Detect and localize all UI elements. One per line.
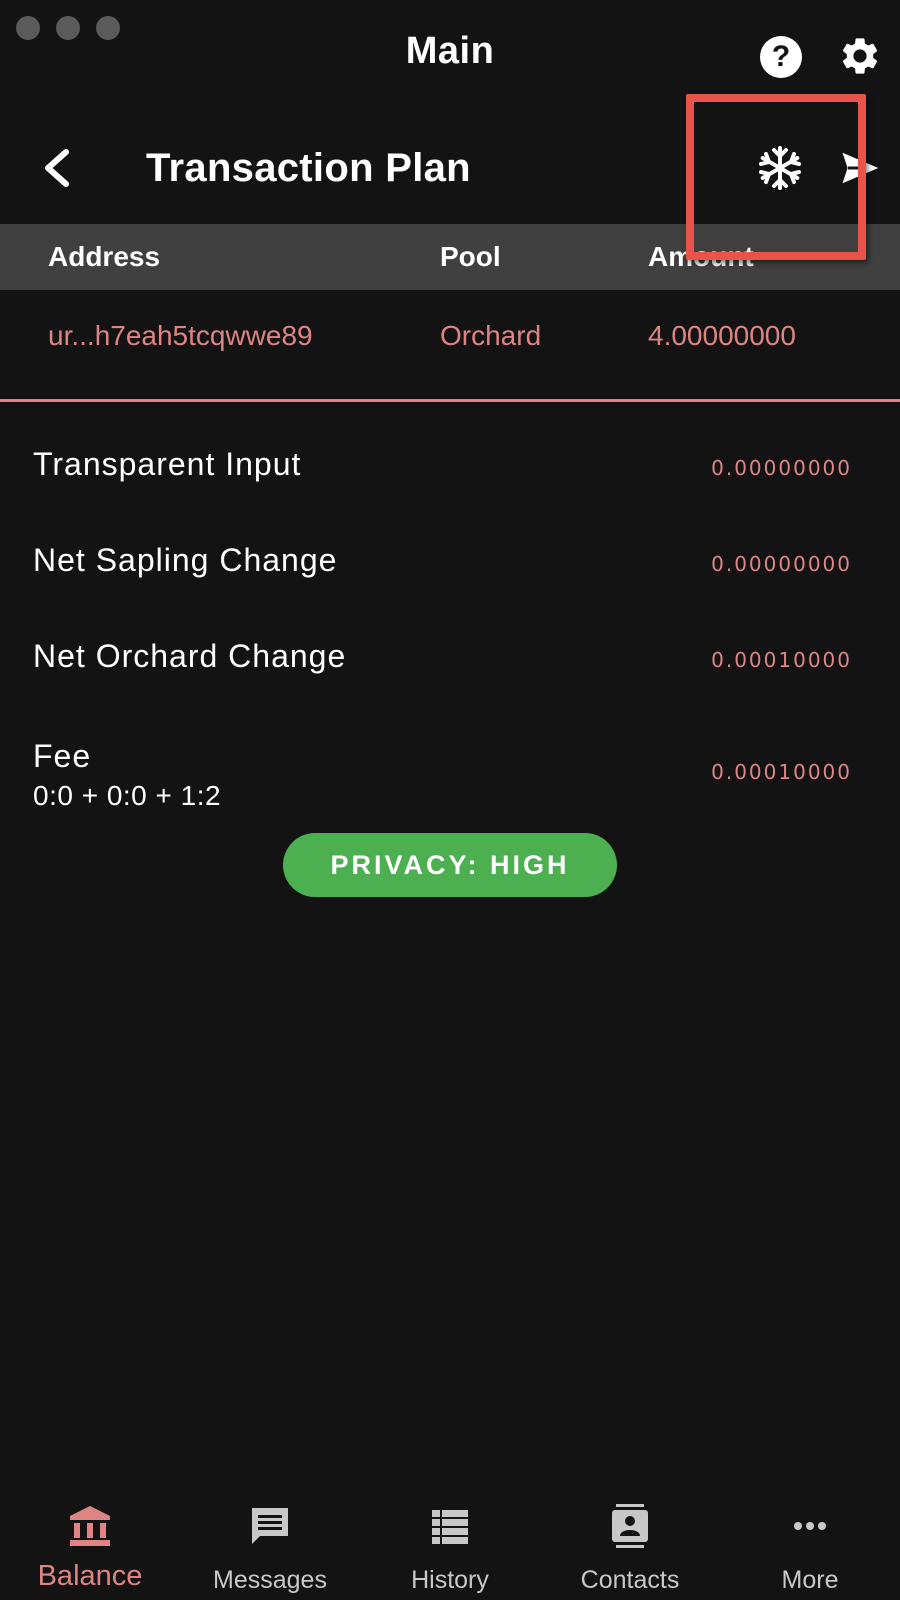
recipient-pool: Orchard [440,320,542,351]
nav-balance[interactable]: Balance [0,1490,180,1600]
column-header-address: Address [48,241,161,272]
recipient-address: ur...h7eah5tcqwwe89 [48,320,313,351]
privacy-badge: PRIVACY: HIGH [283,833,617,897]
app-window: Main ? Transaction Plan Address Pool Amo… [0,0,900,1600]
nav-messages[interactable]: Messages [180,1490,360,1600]
nav-contacts-label: Contacts [580,1566,680,1594]
nav-history[interactable]: History [360,1490,540,1600]
bank-icon [70,1506,110,1546]
title-bar: Main ? [0,0,900,112]
table-header: Address Pool Amount [0,224,900,290]
table-row[interactable]: ur...h7eah5tcqwwe89 Orchard 4.00000000 [0,290,900,400]
net-sapling-value: 0.00000000 [711,552,852,576]
page-header: Transaction Plan [0,112,900,224]
privacy-label: PRIVACY: HIGH [330,849,570,880]
page-title: Transaction Plan [146,146,471,190]
settings-button[interactable] [838,34,882,78]
recipient-amount: 4.00000000 [648,320,796,351]
column-header-amount: Amount [648,241,754,272]
column-header-pool: Pool [440,241,501,272]
net-orchard-label: Net Orchard Change [33,638,347,674]
gear-icon [842,38,878,74]
table-divider [0,399,900,402]
nav-balance-label: Balance [37,1560,143,1592]
nav-history-label: History [411,1566,489,1594]
message-icon [252,1508,288,1544]
transparent-input-label: Transparent Input [33,446,302,482]
net-orchard-value: 0.00010000 [711,648,852,672]
help-button[interactable]: ? [760,36,802,78]
chevron-left-icon [45,149,69,187]
fee-detail: 0:0 + 0:0 + 1:2 [33,780,222,811]
list-icon [432,1510,468,1544]
back-button[interactable] [38,144,78,192]
nav-messages-label: Messages [213,1566,327,1594]
net-sapling-label: Net Sapling Change [33,542,338,578]
nav-more[interactable]: More [720,1490,900,1600]
snowflake-icon [759,146,801,190]
nav-contacts[interactable]: Contacts [540,1490,720,1600]
more-dots-icon [794,1522,826,1530]
freeze-button[interactable] [756,144,804,192]
fee-value: 0.00010000 [711,760,852,784]
help-icon: ? [771,40,791,73]
bottom-navigation: Balance Messages History Contacts More [0,1490,900,1600]
nav-more-label: More [781,1566,839,1594]
contact-card-icon [612,1504,648,1548]
fee-label: Fee [33,738,92,774]
send-button[interactable] [838,148,884,188]
send-icon [838,148,884,188]
transparent-input-value: 0.00000000 [711,456,852,480]
